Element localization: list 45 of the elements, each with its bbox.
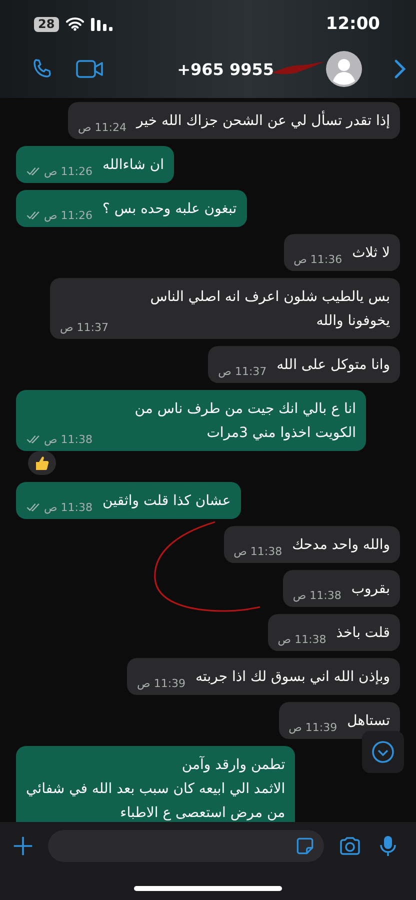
sticker-icon[interactable]	[294, 835, 316, 857]
signal-icon	[90, 17, 113, 31]
message-text: بس يالطيب شلون اعرف انه اصلي الناس يخوفونا والله	[149, 288, 390, 331]
battery-indicator: 28	[34, 16, 59, 32]
message-text: قلت باخذ	[336, 624, 390, 643]
message-text: لا ثلاث	[352, 244, 390, 263]
message-text: بقروب	[351, 580, 390, 599]
double-check-icon	[26, 435, 41, 444]
double-check-icon	[26, 211, 41, 220]
message-time: 11:38 ص	[292, 589, 342, 602]
double-check-icon	[26, 167, 41, 176]
message-text: تبغون علبه وحده بس ؟	[102, 200, 237, 219]
contact-number[interactable]: +965 9955	[177, 60, 274, 78]
double-check-icon	[26, 503, 41, 512]
chevron-right-icon[interactable]	[394, 59, 406, 79]
avatar-icon[interactable]	[326, 51, 362, 87]
plus-icon[interactable]	[12, 835, 34, 857]
message-field[interactable]	[48, 830, 324, 862]
message-time: 11:26 ص	[44, 165, 92, 178]
message-time: 11:37 ص	[218, 365, 267, 378]
wifi-icon	[66, 17, 84, 31]
message-text: إذا تقدر تسأل لي عن الشحن جزاك الله خير	[136, 109, 390, 133]
message-time: 11:38 ص	[278, 633, 326, 646]
message-time: 11:39 ص	[137, 677, 186, 690]
message-text: والله واحد مدحك	[292, 536, 390, 555]
message-time: 11:39 ص	[288, 721, 338, 734]
message-text: ان شاءالله	[102, 156, 164, 175]
message-time: 11:24 ص	[78, 121, 126, 134]
message-time: 11:37 ص	[60, 321, 108, 334]
message-time: 11:36 ص	[294, 253, 342, 266]
message-text: انا ع بالي انك جيت من طرف ناس من الكويت اخذوا مني 3مرات	[134, 400, 356, 443]
message-time: 11:38 ص	[44, 433, 92, 446]
message-text: تطمن وارقد وآمن الاثمد الي ابيعه كان سبب بعد الله في شفائي من مرض استعصى ع الاطباء	[26, 755, 286, 822]
message-time: 11:26 ص	[44, 209, 92, 222]
scroll-down-button[interactable]	[362, 731, 404, 773]
video-call-icon[interactable]	[76, 59, 104, 79]
message-text: عشان كذا قلت واثقين	[102, 492, 231, 511]
message-text: وبإذن الله اني بسوق لك اذا جربته	[196, 668, 390, 687]
message-text: وانا متوكل على الله	[276, 356, 390, 375]
status-time: 12:00	[326, 14, 380, 34]
chevron-down-icon	[371, 740, 395, 764]
message-time: 11:38 ص	[44, 501, 92, 514]
message-time: 11:38 ص	[234, 545, 282, 558]
camera-icon[interactable]	[338, 834, 362, 858]
message-text: تستاهل	[347, 712, 390, 731]
